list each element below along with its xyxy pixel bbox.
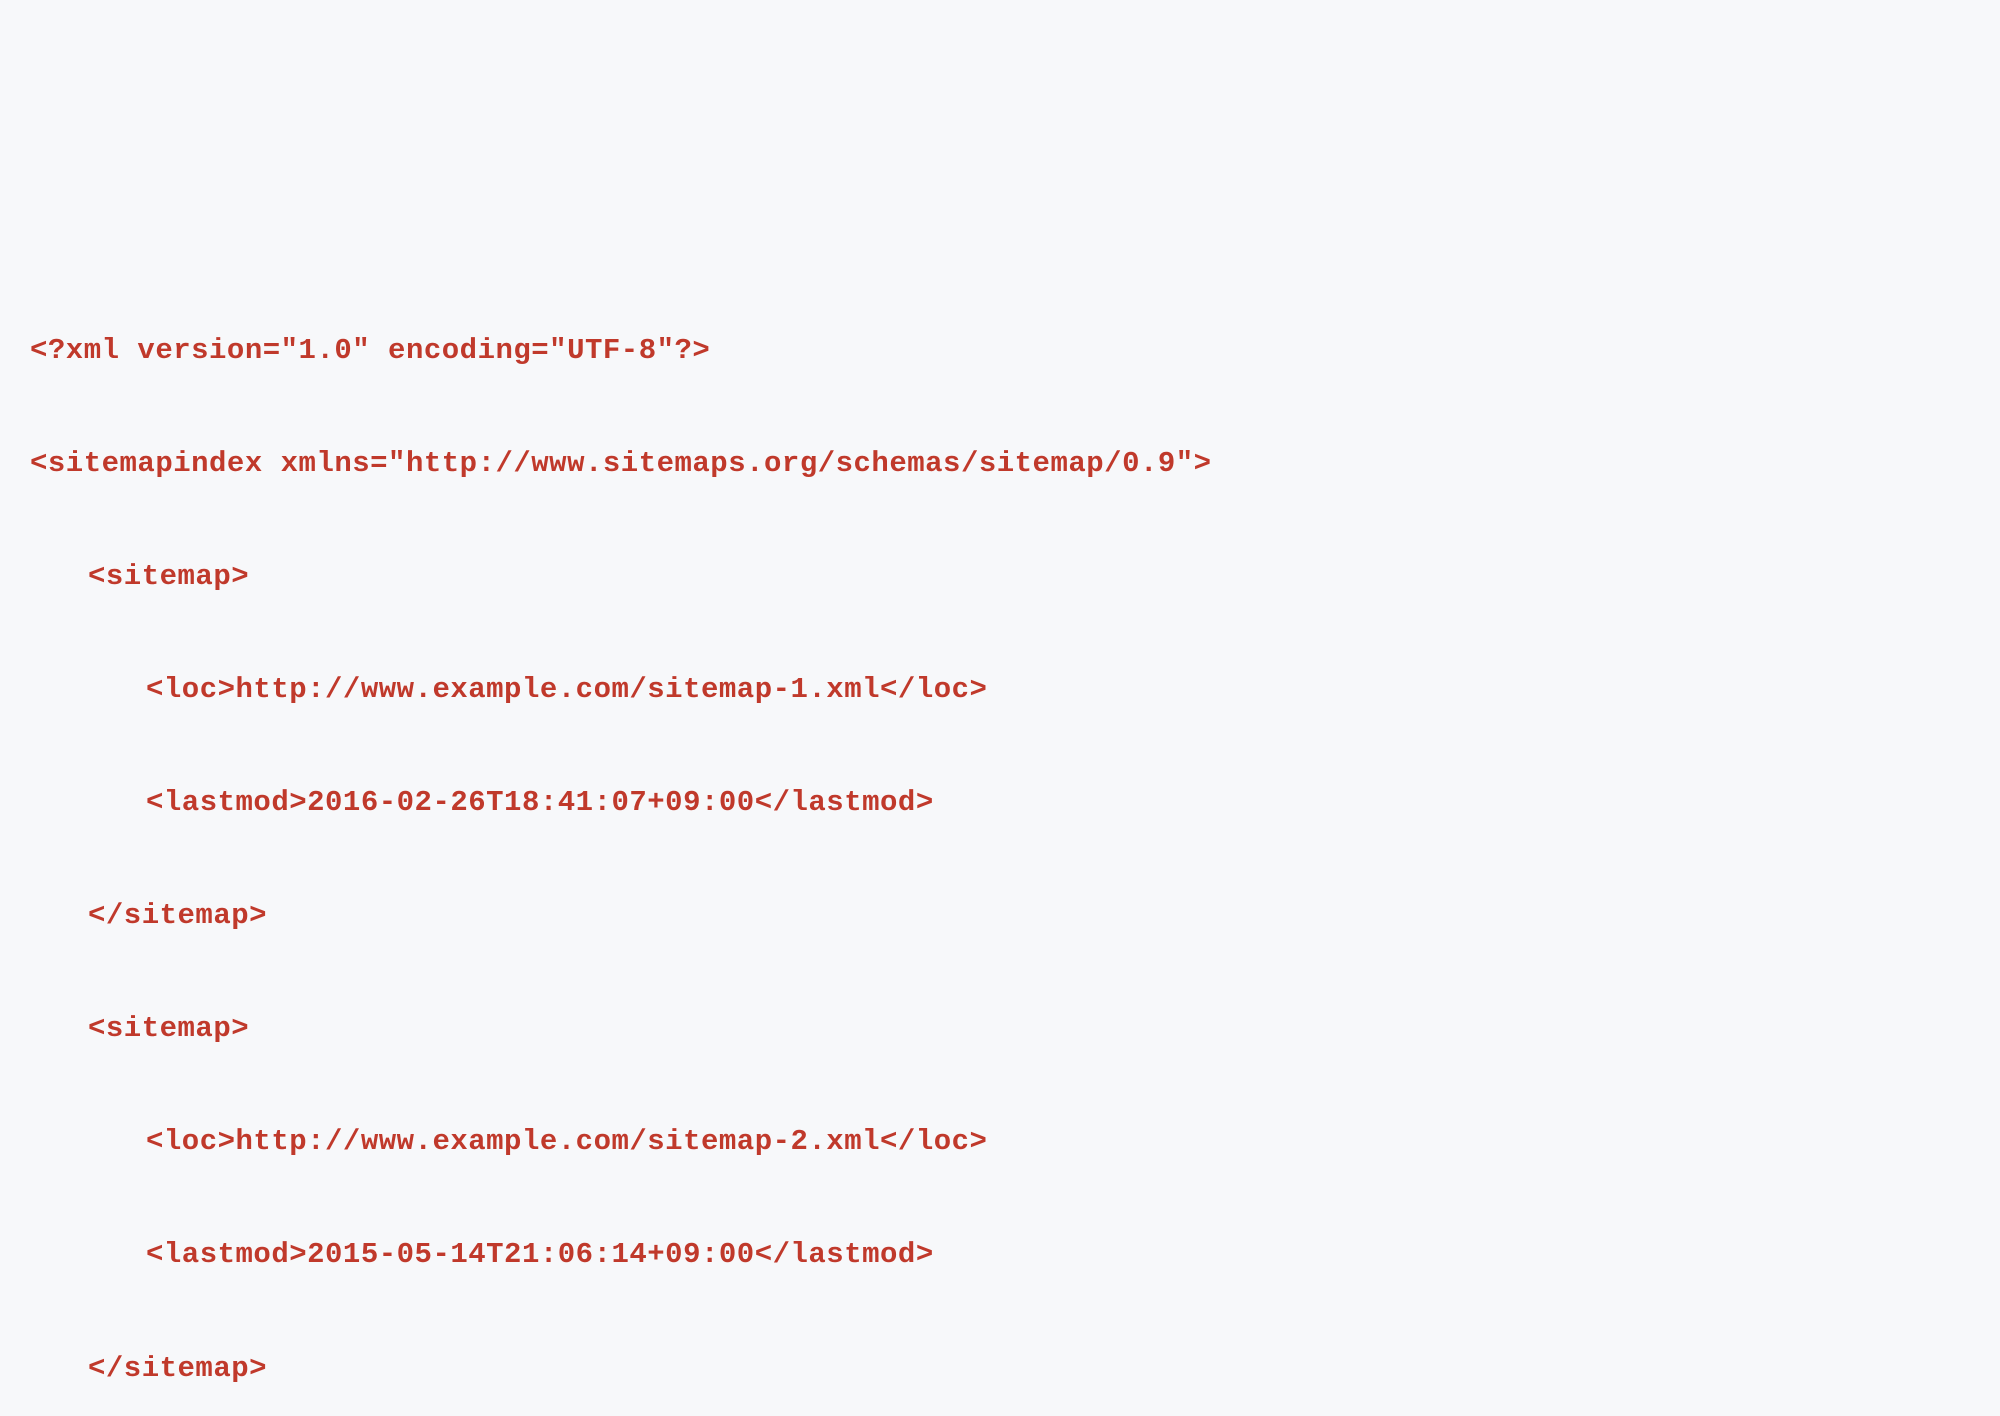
- sitemap-close-line: </sitemap>: [30, 888, 1970, 945]
- sitemap-open-line: <sitemap>: [30, 1001, 1970, 1058]
- sitemap-open-line: <sitemap>: [30, 549, 1970, 606]
- loc-line: <loc>http://www.example.com/sitemap-2.xm…: [30, 1114, 1970, 1171]
- lastmod-line: <lastmod>2016-02-26T18:41:07+09:00</last…: [30, 775, 1970, 832]
- sitemap-close-line: </sitemap>: [30, 1341, 1970, 1398]
- xml-declaration-line: <?xml version="1.0" encoding="UTF-8"?>: [30, 323, 1970, 380]
- lastmod-line: <lastmod>2015-05-14T21:06:14+09:00</last…: [30, 1227, 1970, 1284]
- loc-line: <loc>http://www.example.com/sitemap-1.xm…: [30, 662, 1970, 719]
- sitemapindex-open-line: <sitemapindex xmlns="http://www.sitemaps…: [30, 436, 1970, 493]
- xml-code-block: <?xml version="1.0" encoding="UTF-8"?> <…: [30, 266, 1970, 1416]
